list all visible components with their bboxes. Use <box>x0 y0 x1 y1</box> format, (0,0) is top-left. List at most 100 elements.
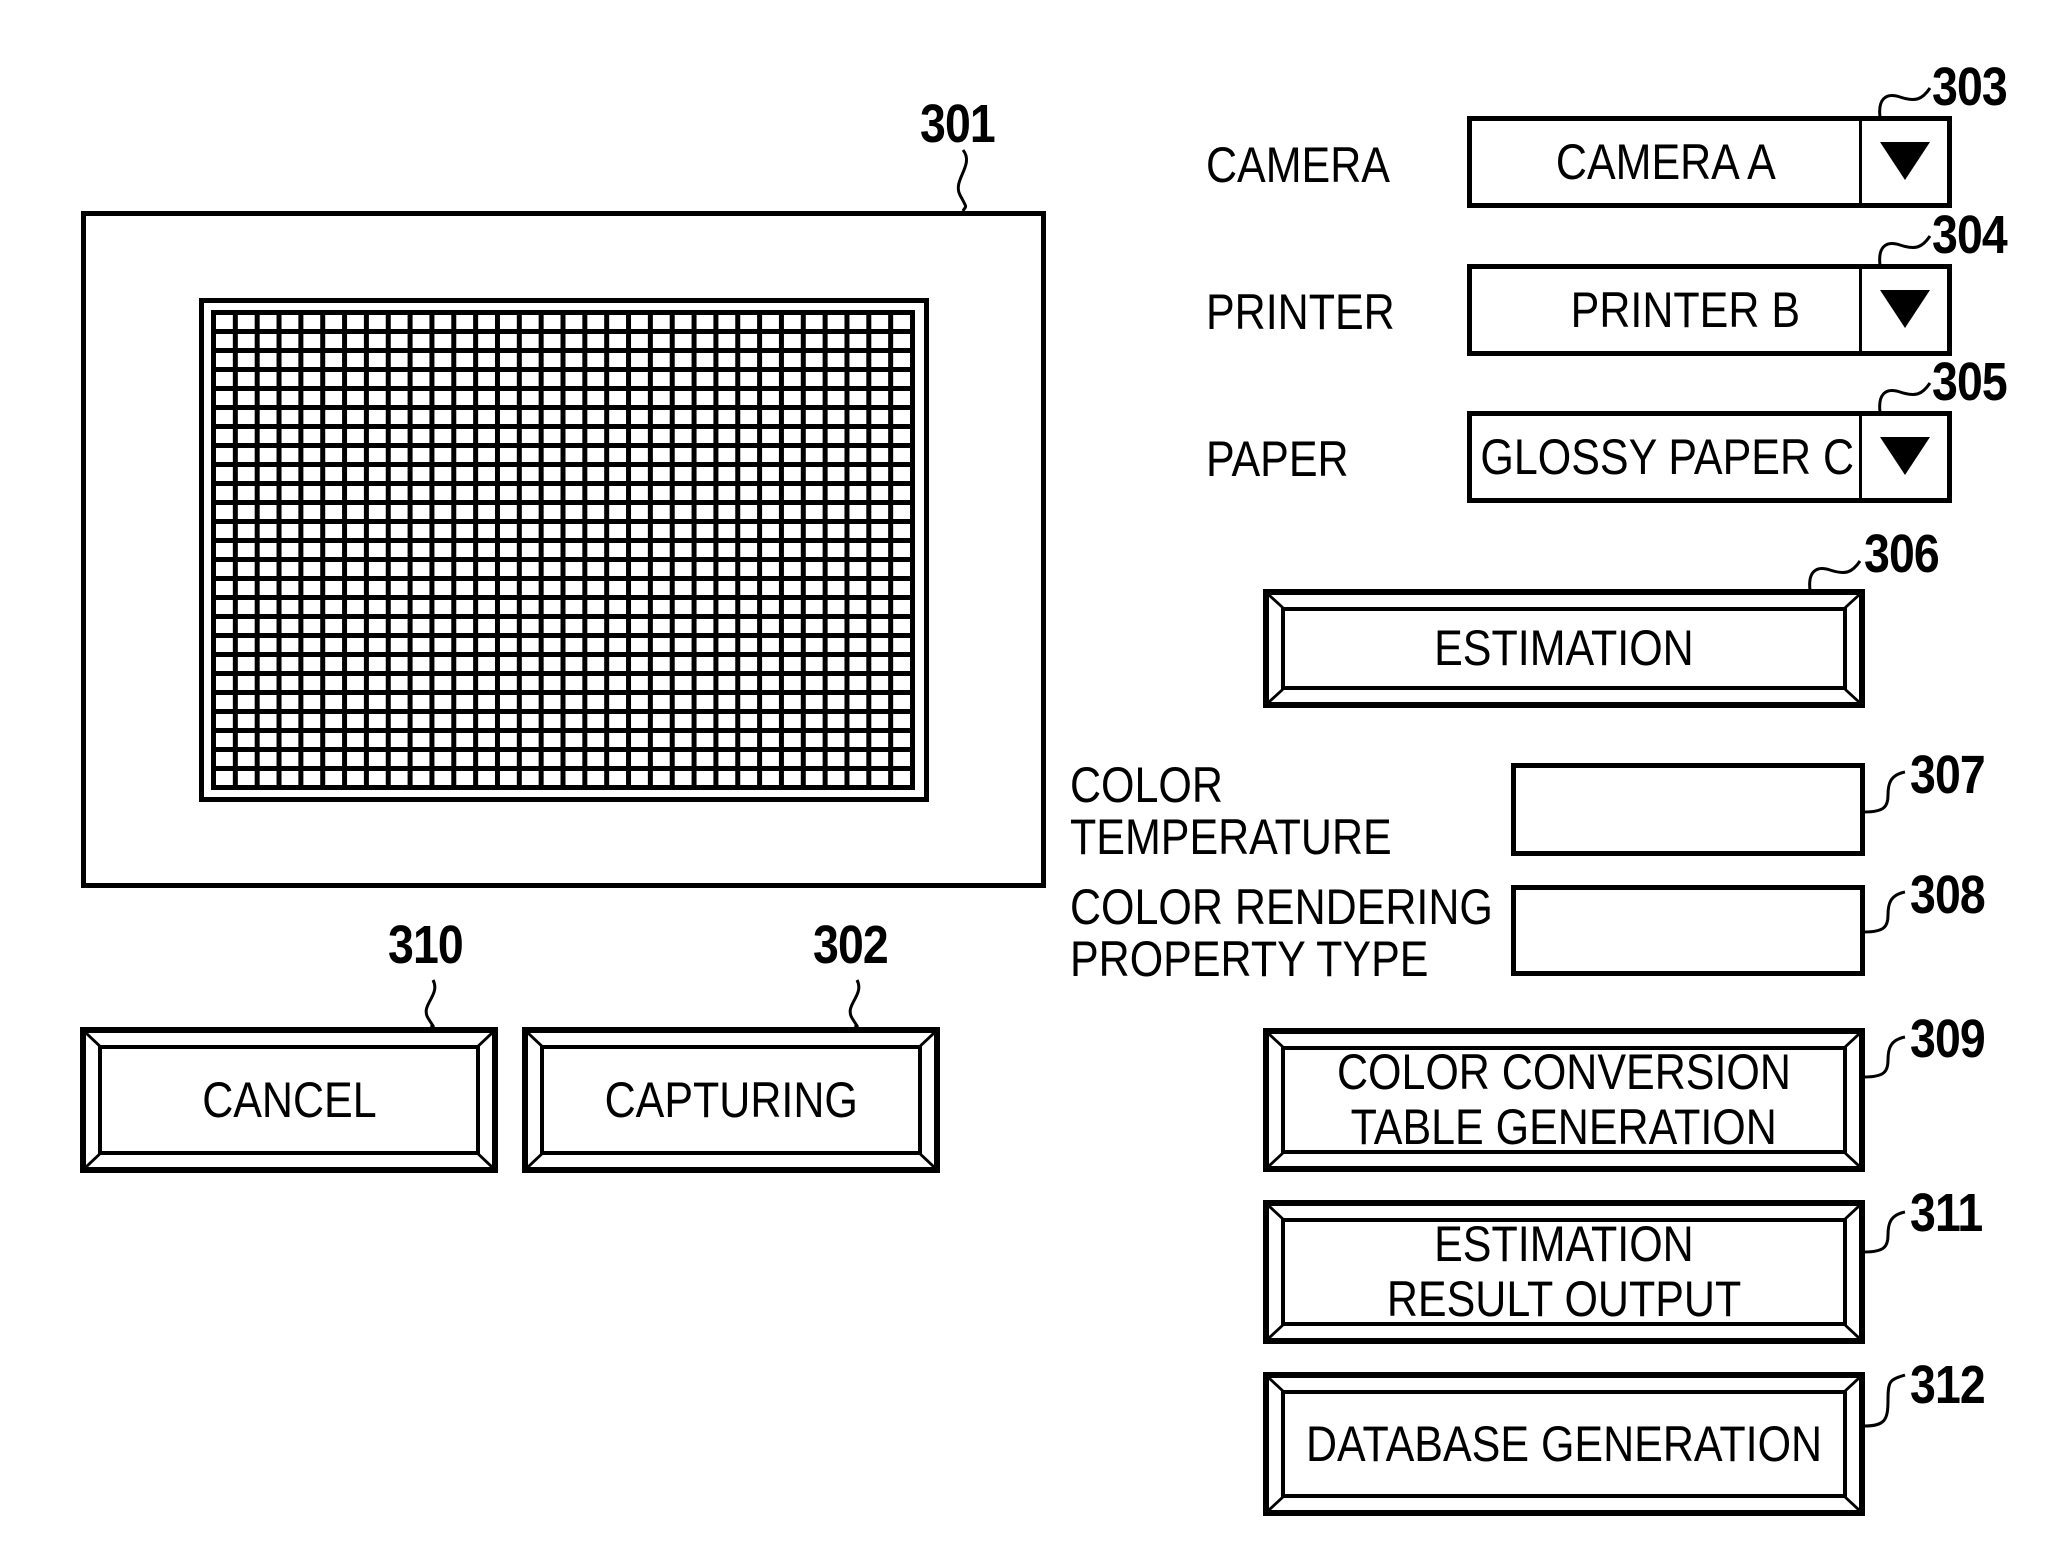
color-patch <box>434 657 452 671</box>
color-patch <box>631 372 648 386</box>
color-patch <box>390 581 408 595</box>
color-patch <box>478 752 495 766</box>
color-patch <box>718 695 736 709</box>
color-patch <box>587 391 605 405</box>
color-patch <box>325 372 343 386</box>
color-patch <box>237 410 255 424</box>
camera-dropdown-toggle[interactable] <box>1859 121 1947 203</box>
reference-numeral-305: 305 <box>1932 352 2008 412</box>
color-patch <box>325 543 343 557</box>
color-patch <box>827 600 845 614</box>
color-patch <box>303 524 321 538</box>
color-patch <box>347 600 364 614</box>
color-patch <box>281 334 299 348</box>
color-patch <box>893 714 910 728</box>
database-generation-button[interactable]: DATABASE GENERATION <box>1263 1372 1865 1516</box>
color-patch <box>368 714 386 728</box>
reference-numeral-308: 308 <box>1910 865 1986 925</box>
color-patch <box>631 315 648 329</box>
color-rendering-property-type-field[interactable] <box>1511 885 1865 976</box>
color-patch <box>237 600 255 614</box>
color-patch <box>652 505 670 519</box>
color-patch <box>390 638 408 652</box>
color-patch <box>390 505 408 519</box>
color-patch <box>849 410 867 424</box>
color-patch <box>543 467 561 481</box>
color-patch <box>281 429 299 443</box>
color-patch <box>281 657 299 671</box>
color-patch <box>652 676 670 690</box>
color-patch <box>499 486 517 500</box>
color-patch <box>325 562 343 576</box>
color-patch <box>216 752 233 766</box>
color-patch <box>696 372 714 386</box>
color-patch <box>521 467 539 481</box>
color-patch <box>783 448 801 462</box>
color-patch <box>718 391 736 405</box>
color-patch <box>281 752 299 766</box>
capturing-button[interactable]: CAPTURING <box>522 1027 940 1173</box>
camera-dropdown[interactable]: CAMERA A <box>1467 116 1952 208</box>
color-patch <box>827 657 845 671</box>
color-patch <box>216 391 233 405</box>
color-patch <box>718 372 736 386</box>
color-patch <box>368 391 386 405</box>
color-patch <box>849 581 867 595</box>
color-patch <box>652 562 670 576</box>
estimation-button[interactable]: ESTIMATION <box>1263 589 1865 708</box>
color-patch <box>325 505 343 519</box>
color-patch <box>478 581 495 595</box>
color-patch <box>565 372 583 386</box>
cancel-button[interactable]: CANCEL <box>80 1027 498 1173</box>
color-patch <box>587 695 605 709</box>
color-patch <box>521 771 539 785</box>
color-patch <box>303 315 321 329</box>
color-patch <box>783 543 801 557</box>
color-patch <box>237 771 255 785</box>
estimation-result-output-button[interactable]: ESTIMATION RESULT OUTPUT <box>1263 1200 1865 1344</box>
color-patch <box>259 448 277 462</box>
color-patch <box>871 562 889 576</box>
color-patch <box>893 353 910 367</box>
color-patch <box>871 771 889 785</box>
printer-dropdown-toggle[interactable] <box>1859 269 1947 351</box>
reference-numeral-307: 307 <box>1910 745 1986 805</box>
color-patch <box>565 714 583 728</box>
color-patch <box>412 524 430 538</box>
color-patch <box>871 391 889 405</box>
color-patch <box>652 467 670 481</box>
color-patch <box>783 467 801 481</box>
color-patch <box>216 657 233 671</box>
color-patch <box>609 353 627 367</box>
color-patch <box>827 448 845 462</box>
color-patch <box>347 619 364 633</box>
color-patch <box>456 315 474 329</box>
paper-dropdown-toggle[interactable] <box>1859 416 1947 498</box>
color-patch <box>696 600 714 614</box>
color-patch <box>412 581 430 595</box>
color-patch <box>390 771 408 785</box>
color-patch <box>281 372 299 386</box>
color-conversion-table-generation-button[interactable]: COLOR CONVERSION TABLE GENERATION <box>1263 1028 1865 1172</box>
color-patch <box>609 524 627 538</box>
printer-dropdown-value: PRINTER B <box>1570 282 1801 338</box>
color-patch <box>412 543 430 557</box>
color-patch <box>499 429 517 443</box>
printer-dropdown[interactable]: PRINTER B <box>1467 264 1952 356</box>
color-patch <box>456 429 474 443</box>
color-patch <box>412 315 430 329</box>
color-patch <box>325 619 343 633</box>
color-patch <box>347 676 364 690</box>
color-patch <box>609 505 627 519</box>
color-patch <box>871 315 889 329</box>
color-temperature-field[interactable] <box>1511 763 1865 856</box>
paper-dropdown[interactable]: GLOSSY PAPER C <box>1467 411 1952 503</box>
color-patch <box>543 524 561 538</box>
color-patch <box>259 638 277 652</box>
color-patch <box>478 353 495 367</box>
color-patch <box>412 619 430 633</box>
color-patch <box>762 600 779 614</box>
color-patch <box>499 752 517 766</box>
color-patch <box>281 448 299 462</box>
color-patch <box>390 467 408 481</box>
